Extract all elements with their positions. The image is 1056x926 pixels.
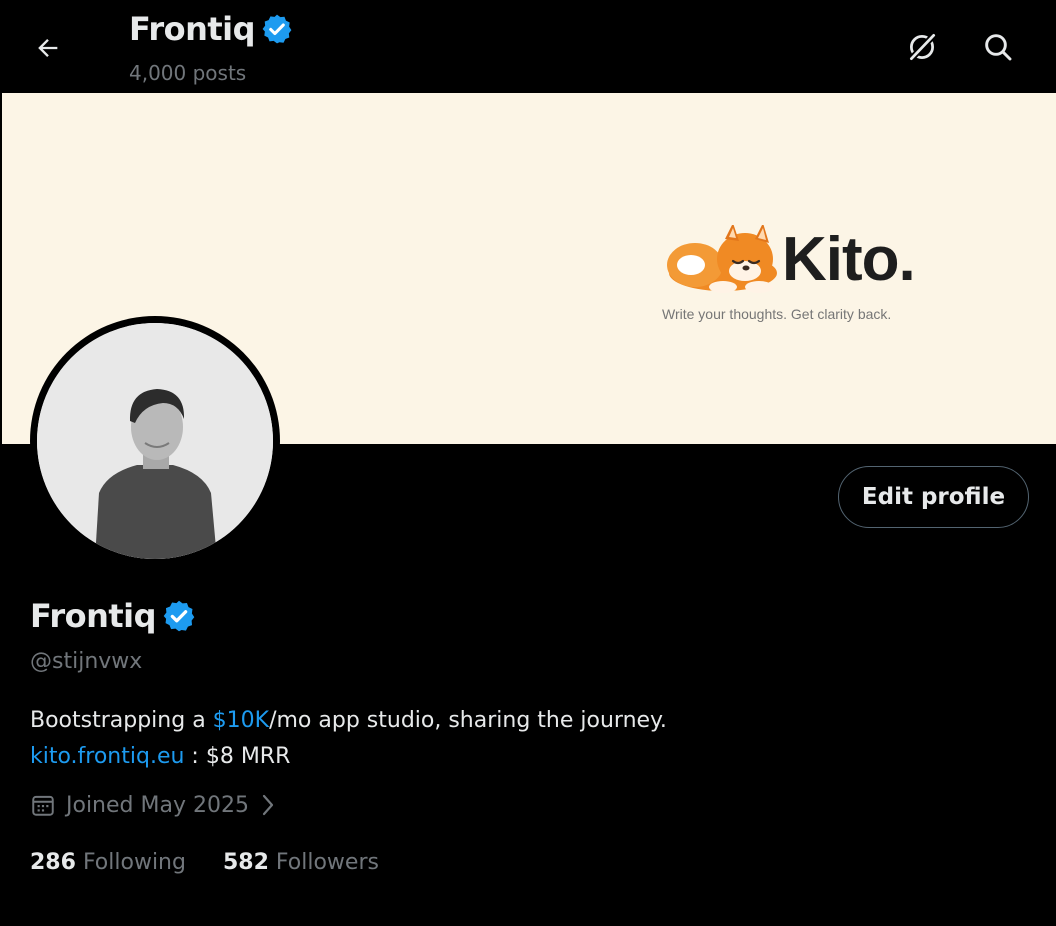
display-name: Frontiq <box>30 597 157 635</box>
profile-handle: @stijnvwx <box>30 649 143 674</box>
avatar-photo <box>37 323 273 559</box>
website-link[interactable]: kito.frontiq.eu <box>30 744 184 769</box>
sleeping-fox-logo <box>667 225 777 293</box>
followers-count: 582 <box>222 850 269 875</box>
bio-text: /mo app studio, sharing the journey. <box>269 708 667 733</box>
search-icon <box>985 34 1012 61</box>
cashtag-link[interactable]: $10K <box>213 708 269 733</box>
profile-header: Frontiq 4,000 posts <box>0 0 1056 93</box>
grok-icon <box>908 32 938 62</box>
profile-bio: Bootstrapping a $10K/mo app studio, shar… <box>30 703 1030 775</box>
bio-text: : $8 MRR <box>184 744 291 769</box>
joined-date: Joined May 2025 <box>66 792 249 818</box>
profile-avatar[interactable] <box>30 316 280 566</box>
header-title: Frontiq <box>129 10 256 48</box>
post-count: 4,000 posts <box>129 61 247 85</box>
verified-badge-icon <box>262 14 292 44</box>
bio-line-2: kito.frontiq.eu : $8 MRR <box>30 739 1030 775</box>
followers-label: Followers <box>275 850 379 875</box>
back-arrow-icon <box>38 39 58 57</box>
edit-profile-button[interactable]: Edit profile <box>838 466 1029 528</box>
bio-text: Bootstrapping a <box>30 708 213 733</box>
chevron-right-icon <box>262 794 274 816</box>
verified-badge-icon <box>163 600 195 632</box>
follow-stats: 286 Following 582 Followers <box>30 850 379 875</box>
banner-brand-name: Kito. <box>782 225 916 294</box>
following-link[interactable]: 286 Following <box>30 850 186 875</box>
search-button[interactable] <box>974 23 1022 71</box>
header-title-row: Frontiq <box>129 10 293 48</box>
avatar-person-image <box>37 323 273 559</box>
followers-link[interactable]: 582 Followers <box>223 850 379 875</box>
calendar-icon <box>32 795 54 816</box>
following-label: Following <box>82 850 186 875</box>
back-button[interactable] <box>26 26 70 70</box>
bio-line-1: Bootstrapping a $10K/mo app studio, shar… <box>30 703 1030 739</box>
grok-button[interactable] <box>898 23 946 71</box>
banner-tagline: Write your thoughts. Get clarity back. <box>662 306 892 322</box>
joined-date-row[interactable]: Joined May 2025 <box>30 792 277 818</box>
profile-name-row: Frontiq <box>30 597 196 635</box>
following-count: 286 <box>30 850 76 875</box>
